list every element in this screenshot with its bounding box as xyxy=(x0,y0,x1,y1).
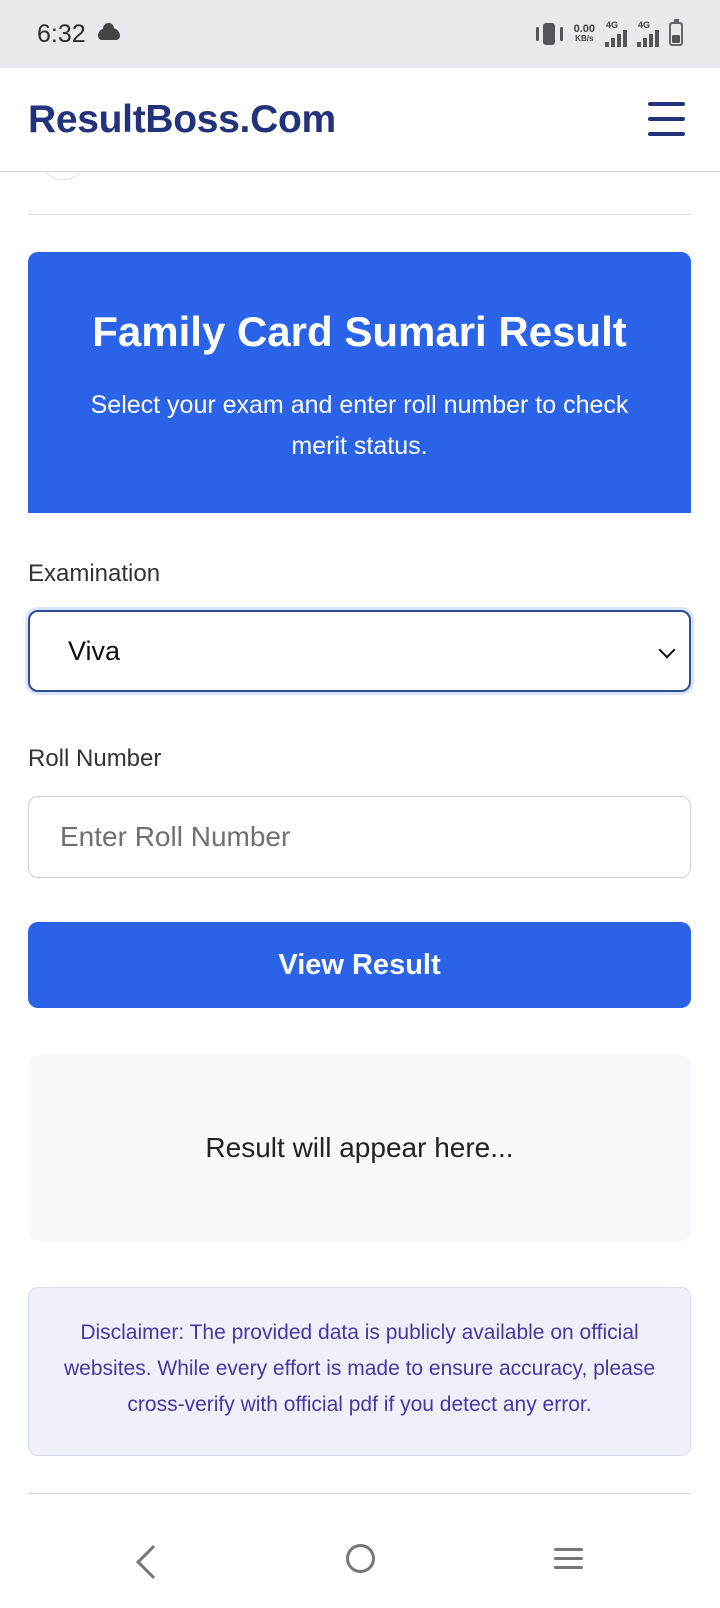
chevron-down-icon xyxy=(658,641,676,659)
content-divider xyxy=(28,214,691,215)
disclaimer-text: Disclaimer: The provided data is publicl… xyxy=(64,1321,655,1416)
partially-scrolled-content xyxy=(0,172,720,206)
status-bar: 6:32 0.00 KB/s 4G 4G xyxy=(0,0,720,68)
network-speed: 0.00 KB/s xyxy=(574,24,595,44)
recent-apps-icon[interactable] xyxy=(554,1548,583,1570)
status-left: 6:32 xyxy=(37,20,120,49)
status-time: 6:32 xyxy=(37,19,86,48)
result-hero: Family Card Sumari Result Select your ex… xyxy=(28,252,691,513)
roll-number-label: Roll Number xyxy=(28,745,162,772)
back-icon[interactable] xyxy=(136,1545,170,1579)
battery-icon xyxy=(669,19,683,46)
menu-icon[interactable] xyxy=(648,102,685,136)
bottom-divider xyxy=(28,1493,691,1494)
site-header: ResultBoss.Com xyxy=(0,68,720,172)
examination-selected-value: Viva xyxy=(68,635,121,666)
examination-select[interactable]: Viva xyxy=(28,610,691,692)
home-icon[interactable] xyxy=(346,1544,375,1573)
signal-2-label: 4G xyxy=(638,20,651,30)
result-output-panel: Result will appear here... xyxy=(28,1055,691,1241)
result-placeholder: Result will appear here... xyxy=(205,1132,514,1163)
network-speed-value: 0.00 xyxy=(573,23,595,35)
site-logo[interactable]: ResultBoss.Com xyxy=(28,98,336,142)
examination-label: Examination xyxy=(28,560,161,587)
disclaimer-box: Disclaimer: The provided data is publicl… xyxy=(28,1287,691,1456)
network-speed-unit: KB/s xyxy=(575,34,594,43)
page-title: Family Card Sumari Result xyxy=(92,308,627,355)
view-result-button[interactable]: View Result xyxy=(28,922,691,1008)
cloud-icon xyxy=(97,23,120,40)
cellular-signal-2-icon: 4G xyxy=(637,21,659,47)
roll-number-input[interactable] xyxy=(28,796,691,878)
signal-1-label: 4G xyxy=(606,20,619,30)
partial-avatar-icon xyxy=(43,172,83,180)
system-navigation-bar xyxy=(0,1530,720,1608)
status-icons: 0.00 KB/s 4G 4G xyxy=(535,19,683,47)
cellular-signal-1-icon: 4G xyxy=(605,21,627,47)
page-subtitle: Select your exam and enter roll number t… xyxy=(90,391,629,460)
vibrate-icon xyxy=(535,23,564,45)
